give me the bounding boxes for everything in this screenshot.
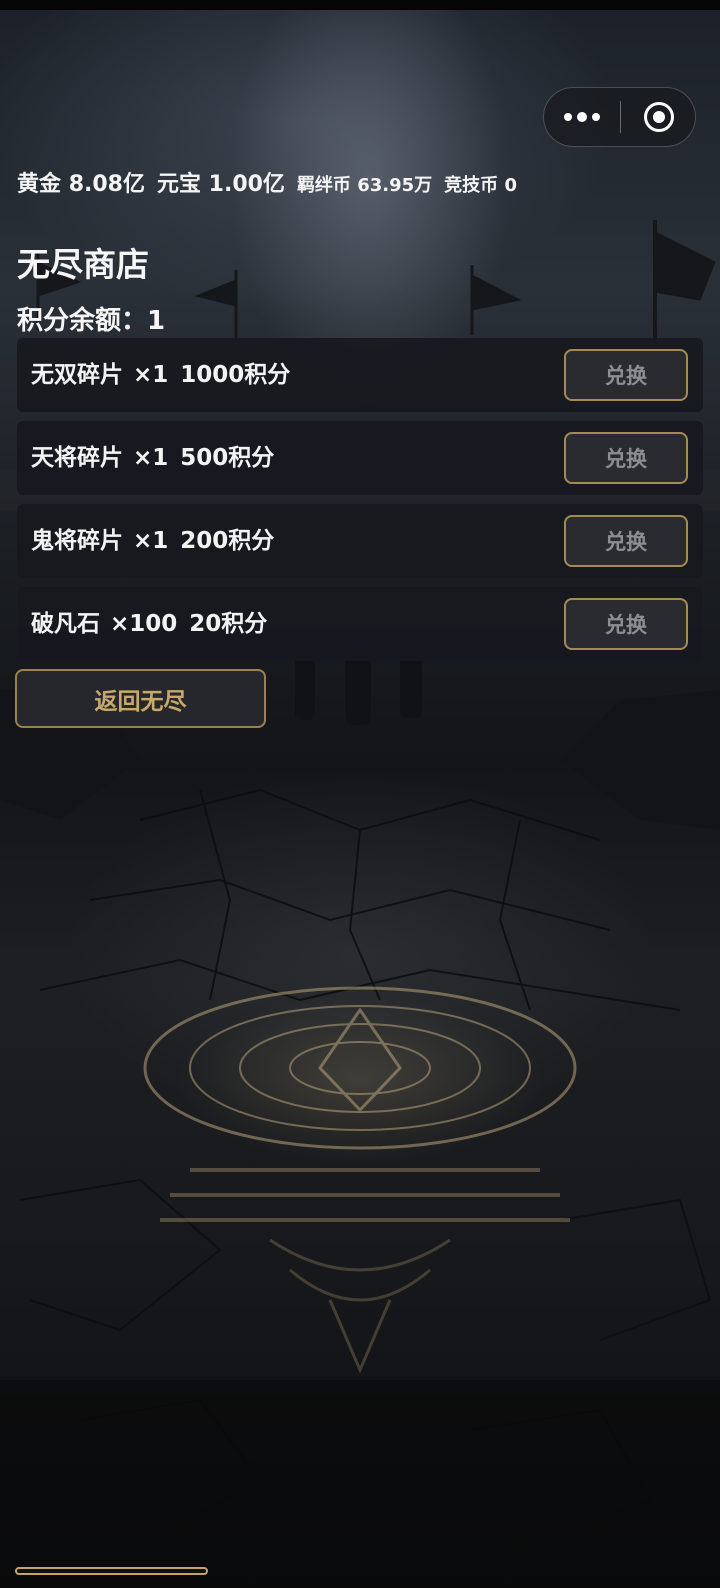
back-to-endless-button[interactable]: 返回无尽 [15,669,266,728]
more-dots-icon[interactable] [544,88,620,146]
exchange-button[interactable]: 兑换 [564,432,688,484]
page-title: 无尽商店 [17,245,149,284]
currency-bar: 黄金 8.08亿 元宝 1.00亿 羁绊币 63.95万 竞技币 0 [17,166,529,197]
jingji-currency: 竞技币 0 [444,175,517,196]
shop-item-label: 破凡石 ×100 20积分 [31,611,268,637]
shop-item-label: 鬼将碎片 ×1 200积分 [31,528,275,554]
jiban-currency: 羁绊币 63.95万 [296,175,433,196]
status-bar [0,0,720,10]
shop-item: 无双碎片 ×1 1000积分 兑换 [17,338,703,412]
yuanbao-currency: 元宝 1.00亿 [156,172,285,197]
shop-item: 天将碎片 ×1 500积分 兑换 [17,421,703,495]
app-screen: 黄金 8.08亿 元宝 1.00亿 羁绊币 63.95万 竞技币 0 无尽商店 … [0,0,720,1588]
shop-item-label: 无双碎片 ×1 1000积分 [31,362,291,388]
exchange-button[interactable]: 兑换 [564,349,688,401]
shop-item-label: 天将碎片 ×1 500积分 [31,445,275,471]
shop-item: 鬼将碎片 ×1 200积分 兑换 [17,504,703,578]
shop-item: 破凡石 ×100 20积分 兑换 [17,587,703,661]
home-indicator[interactable] [15,1567,208,1575]
exchange-button[interactable]: 兑换 [564,598,688,650]
gold-currency: 黄金 8.08亿 [17,172,145,197]
exchange-button[interactable]: 兑换 [564,515,688,567]
mini-program-capsule [543,87,696,147]
target-close-icon[interactable] [621,88,697,146]
points-balance: 积分余额：1 [17,306,166,336]
